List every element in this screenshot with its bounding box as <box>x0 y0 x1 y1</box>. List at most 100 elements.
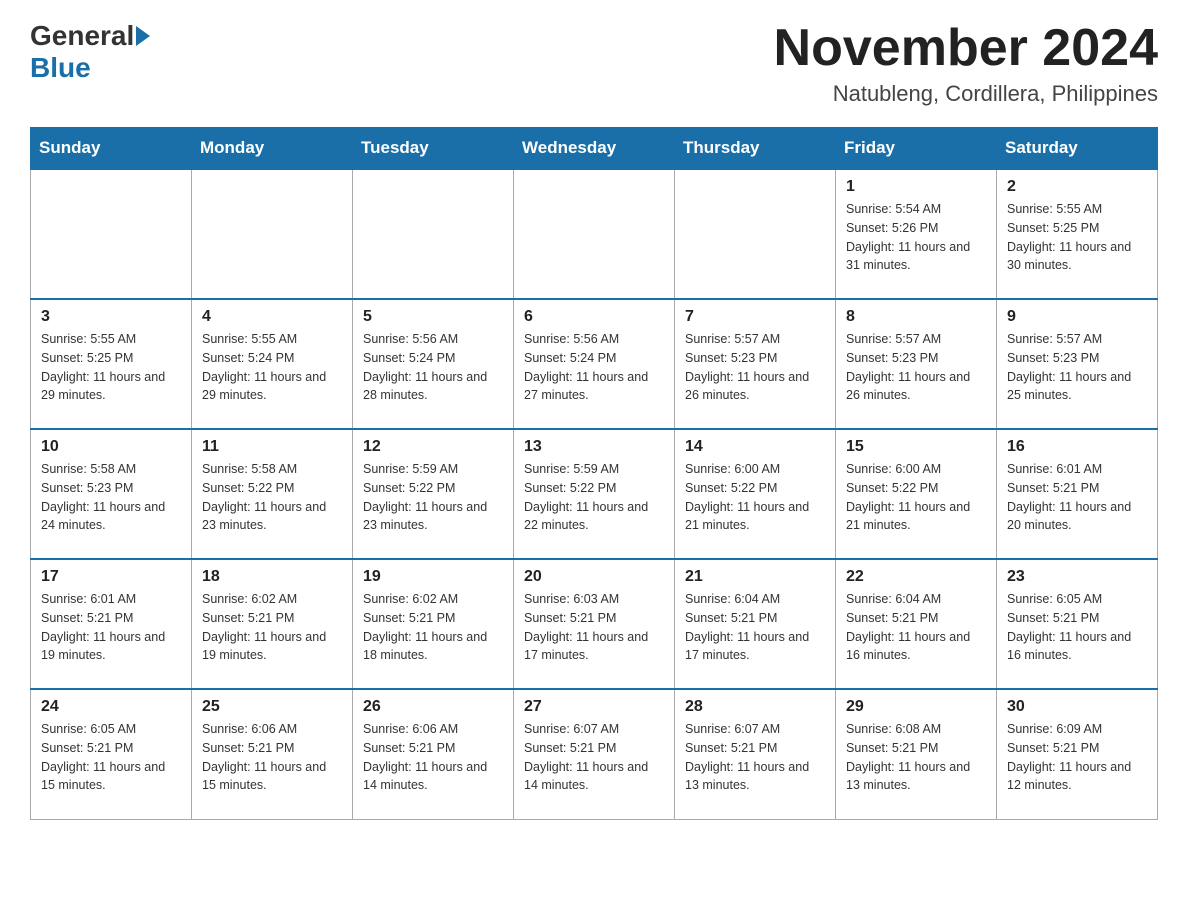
day-info: Sunrise: 6:00 AM Sunset: 5:22 PM Dayligh… <box>685 460 825 535</box>
day-info: Sunrise: 5:55 AM Sunset: 5:24 PM Dayligh… <box>202 330 342 405</box>
logo: General Blue <box>30 20 152 84</box>
calendar-cell: 13 Sunrise: 5:59 AM Sunset: 5:22 PM Dayli… <box>514 429 675 559</box>
day-info: Sunrise: 5:55 AM Sunset: 5:25 PM Dayligh… <box>1007 200 1147 275</box>
day-number: 27 <box>524 698 664 716</box>
day-info: Sunrise: 5:57 AM Sunset: 5:23 PM Dayligh… <box>846 330 986 405</box>
week-row-5: 24 Sunrise: 6:05 AM Sunset: 5:21 PM Dayli… <box>31 689 1158 819</box>
calendar-cell: 22Sunrise: 6:04 AM Sunset: 5:21 PM Dayli… <box>836 559 997 689</box>
calendar-cell: 29 Sunrise: 6:08 AM Sunset: 5:21 PM Dayli… <box>836 689 997 819</box>
day-number: 20 <box>524 568 664 586</box>
day-number: 17 <box>41 568 181 586</box>
day-info: Sunrise: 5:56 AM Sunset: 5:24 PM Dayligh… <box>363 330 503 405</box>
day-info: Sunrise: 5:58 AM Sunset: 5:23 PM Dayligh… <box>41 460 181 535</box>
day-info: Sunrise: 5:57 AM Sunset: 5:23 PM Dayligh… <box>1007 330 1147 405</box>
day-info: Sunrise: 6:06 AM Sunset: 5:21 PM Dayligh… <box>363 720 503 795</box>
day-number: 10 <box>41 438 181 456</box>
day-number: 3 <box>41 308 181 326</box>
day-number: 29 <box>846 698 986 716</box>
day-number: 23 <box>1007 568 1147 586</box>
day-info: Sunrise: 6:04 AM Sunset: 5:21 PM Dayligh… <box>846 590 986 665</box>
day-info: Sunrise: 6:05 AM Sunset: 5:21 PM Dayligh… <box>1007 590 1147 665</box>
calendar-cell: 12Sunrise: 5:59 AM Sunset: 5:22 PM Dayli… <box>353 429 514 559</box>
calendar-cell: 30Sunrise: 6:09 AM Sunset: 5:21 PM Dayli… <box>997 689 1158 819</box>
calendar-cell: 8Sunrise: 5:57 AM Sunset: 5:23 PM Daylig… <box>836 299 997 429</box>
day-number: 9 <box>1007 308 1147 326</box>
day-number: 16 <box>1007 438 1147 456</box>
day-info: Sunrise: 6:01 AM Sunset: 5:21 PM Dayligh… <box>41 590 181 665</box>
day-number: 12 <box>363 438 503 456</box>
logo-arrow-icon <box>136 26 150 46</box>
calendar-cell: 10 Sunrise: 5:58 AM Sunset: 5:23 PM Dayli… <box>31 429 192 559</box>
day-info: Sunrise: 5:54 AM Sunset: 5:26 PM Dayligh… <box>846 200 986 275</box>
week-row-3: 10 Sunrise: 5:58 AM Sunset: 5:23 PM Dayli… <box>31 429 1158 559</box>
day-number: 2 <box>1007 178 1147 196</box>
day-number: 7 <box>685 308 825 326</box>
calendar-cell: 14 Sunrise: 6:00 AM Sunset: 5:22 PM Dayli… <box>675 429 836 559</box>
day-number: 5 <box>363 308 503 326</box>
day-info: Sunrise: 5:57 AM Sunset: 5:23 PM Dayligh… <box>685 330 825 405</box>
day-number: 4 <box>202 308 342 326</box>
day-info: Sunrise: 6:03 AM Sunset: 5:21 PM Dayligh… <box>524 590 664 665</box>
column-header-friday: Friday <box>836 128 997 170</box>
calendar-cell: 6 Sunrise: 5:56 AM Sunset: 5:24 PM Daylig… <box>514 299 675 429</box>
day-info: Sunrise: 6:06 AM Sunset: 5:21 PM Dayligh… <box>202 720 342 795</box>
day-number: 28 <box>685 698 825 716</box>
column-header-saturday: Saturday <box>997 128 1158 170</box>
month-title: November 2024 <box>774 20 1158 77</box>
calendar-cell: 24 Sunrise: 6:05 AM Sunset: 5:21 PM Dayli… <box>31 689 192 819</box>
day-number: 15 <box>846 438 986 456</box>
calendar-cell <box>675 169 836 299</box>
day-info: Sunrise: 6:05 AM Sunset: 5:21 PM Dayligh… <box>41 720 181 795</box>
calendar-cell: 3 Sunrise: 5:55 AM Sunset: 5:25 PM Daylig… <box>31 299 192 429</box>
day-number: 18 <box>202 568 342 586</box>
calendar-cell: 16 Sunrise: 6:01 AM Sunset: 5:21 PM Dayli… <box>997 429 1158 559</box>
day-info: Sunrise: 5:55 AM Sunset: 5:25 PM Dayligh… <box>41 330 181 405</box>
day-number: 24 <box>41 698 181 716</box>
day-info: Sunrise: 6:04 AM Sunset: 5:21 PM Dayligh… <box>685 590 825 665</box>
column-header-monday: Monday <box>192 128 353 170</box>
day-info: Sunrise: 6:02 AM Sunset: 5:21 PM Dayligh… <box>202 590 342 665</box>
day-info: Sunrise: 6:02 AM Sunset: 5:21 PM Dayligh… <box>363 590 503 665</box>
calendar-cell <box>353 169 514 299</box>
day-info: Sunrise: 5:56 AM Sunset: 5:24 PM Dayligh… <box>524 330 664 405</box>
calendar-cell: 11 Sunrise: 5:58 AM Sunset: 5:22 PM Dayli… <box>192 429 353 559</box>
day-info: Sunrise: 6:07 AM Sunset: 5:21 PM Dayligh… <box>685 720 825 795</box>
calendar-cell: 4 Sunrise: 5:55 AM Sunset: 5:24 PM Daylig… <box>192 299 353 429</box>
calendar-cell: 25 Sunrise: 6:06 AM Sunset: 5:21 PM Dayli… <box>192 689 353 819</box>
day-number: 26 <box>363 698 503 716</box>
day-number: 25 <box>202 698 342 716</box>
calendar-cell: 27 Sunrise: 6:07 AM Sunset: 5:21 PM Dayli… <box>514 689 675 819</box>
calendar-cell: 5 Sunrise: 5:56 AM Sunset: 5:24 PM Daylig… <box>353 299 514 429</box>
calendar-cell: 2 Sunrise: 5:55 AM Sunset: 5:25 PM Daylig… <box>997 169 1158 299</box>
calendar-cell: 7 Sunrise: 5:57 AM Sunset: 5:23 PM Daylig… <box>675 299 836 429</box>
calendar-cell: 23 Sunrise: 6:05 AM Sunset: 5:21 PM Dayli… <box>997 559 1158 689</box>
calendar-cell: 26 Sunrise: 6:06 AM Sunset: 5:21 PM Dayli… <box>353 689 514 819</box>
day-number: 6 <box>524 308 664 326</box>
day-info: Sunrise: 5:59 AM Sunset: 5:22 PM Dayligh… <box>524 460 664 535</box>
calendar-cell: 18 Sunrise: 6:02 AM Sunset: 5:21 PM Dayli… <box>192 559 353 689</box>
week-row-4: 17 Sunrise: 6:01 AM Sunset: 5:21 PM Dayli… <box>31 559 1158 689</box>
column-header-wednesday: Wednesday <box>514 128 675 170</box>
day-number: 19 <box>363 568 503 586</box>
day-info: Sunrise: 5:58 AM Sunset: 5:22 PM Dayligh… <box>202 460 342 535</box>
day-info: Sunrise: 6:07 AM Sunset: 5:21 PM Dayligh… <box>524 720 664 795</box>
page-header: General Blue November 2024 Natubleng, Co… <box>30 20 1158 107</box>
day-number: 11 <box>202 438 342 456</box>
day-number: 14 <box>685 438 825 456</box>
calendar-cell <box>514 169 675 299</box>
day-number: 1 <box>846 178 986 196</box>
day-number: 21 <box>685 568 825 586</box>
day-number: 13 <box>524 438 664 456</box>
location-subtitle: Natubleng, Cordillera, Philippines <box>774 81 1158 107</box>
calendar-table: SundayMondayTuesdayWednesdayThursdayFrid… <box>30 127 1158 820</box>
title-block: November 2024 Natubleng, Cordillera, Phi… <box>774 20 1158 107</box>
logo-general-text: General <box>30 20 134 52</box>
calendar-cell: 9 Sunrise: 5:57 AM Sunset: 5:23 PM Daylig… <box>997 299 1158 429</box>
calendar-cell <box>31 169 192 299</box>
day-info: Sunrise: 6:01 AM Sunset: 5:21 PM Dayligh… <box>1007 460 1147 535</box>
day-info: Sunrise: 6:08 AM Sunset: 5:21 PM Dayligh… <box>846 720 986 795</box>
day-number: 30 <box>1007 698 1147 716</box>
column-header-sunday: Sunday <box>31 128 192 170</box>
calendar-cell: 20 Sunrise: 6:03 AM Sunset: 5:21 PM Dayli… <box>514 559 675 689</box>
calendar-header-row: SundayMondayTuesdayWednesdayThursdayFrid… <box>31 128 1158 170</box>
